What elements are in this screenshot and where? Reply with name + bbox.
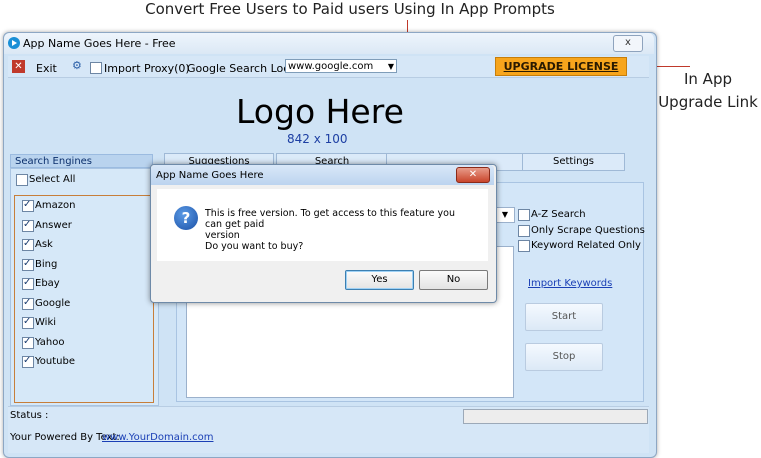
keyword-input-dropdown[interactable]: ▼ bbox=[495, 207, 515, 223]
engine-checkbox[interactable] bbox=[22, 336, 34, 349]
engine-label: Amazon bbox=[35, 200, 76, 211]
logo-placeholder: Logo Here bbox=[236, 92, 404, 131]
engine-checkbox[interactable] bbox=[22, 316, 34, 329]
question-icon: ? bbox=[174, 206, 198, 230]
dialog-message-line3: Do you want to buy? bbox=[205, 241, 304, 252]
dialog-message-line2: version bbox=[205, 230, 240, 241]
domain-link[interactable]: www.YourDomain.com bbox=[102, 432, 213, 443]
app-icon bbox=[8, 37, 20, 49]
chevron-down-icon: ▼ bbox=[387, 62, 394, 71]
annotation-right-line2: Upgrade Link bbox=[658, 93, 758, 111]
start-button[interactable]: Start bbox=[525, 303, 603, 331]
search-location-select[interactable]: www.google.com ▼ bbox=[285, 59, 397, 73]
engine-label: Bing bbox=[35, 258, 58, 270]
search-location-value: www.google.com bbox=[288, 61, 374, 72]
progress-bar bbox=[463, 409, 648, 424]
window-title: App Name Goes Here - Free bbox=[23, 37, 176, 50]
dialog-close-button[interactable]: ✕ bbox=[456, 167, 490, 183]
only-scrape-label: Only Scrape Questions bbox=[531, 225, 645, 236]
engine-label: Youtube bbox=[35, 356, 75, 367]
az-search-checkbox[interactable] bbox=[518, 209, 530, 221]
import-keywords-link[interactable]: Import Keywords bbox=[528, 278, 612, 289]
proxy-gear-icon: ⚙ bbox=[72, 59, 82, 72]
status-label: Status : bbox=[10, 410, 49, 421]
dialog-no-button[interactable]: No bbox=[419, 270, 488, 290]
only-scrape-checkbox[interactable] bbox=[518, 225, 530, 237]
upgrade-license-link[interactable]: UPGRADE LICENSE bbox=[495, 57, 627, 76]
engine-checkbox[interactable] bbox=[22, 297, 34, 310]
window-close-button[interactable]: x bbox=[613, 35, 643, 52]
engine-label: Answer bbox=[35, 219, 72, 231]
engine-label: Google bbox=[35, 297, 71, 309]
engine-checkbox[interactable] bbox=[22, 277, 34, 290]
dialog-message: This is free version. To get access to t… bbox=[205, 208, 475, 252]
dialog-title: App Name Goes Here bbox=[156, 170, 264, 181]
import-proxy-label: Import Proxy(0) bbox=[104, 62, 190, 75]
engine-checkbox[interactable] bbox=[22, 199, 34, 212]
keyword-related-checkbox[interactable] bbox=[518, 240, 530, 252]
tab-settings[interactable]: Settings bbox=[522, 153, 625, 171]
engine-checkbox[interactable] bbox=[22, 258, 34, 271]
annotation-top: Convert Free Users to Paid users Using I… bbox=[145, 0, 555, 18]
annotation-right: In App Upgrade Link bbox=[655, 68, 761, 114]
exit-icon[interactable]: ✕ bbox=[12, 60, 25, 73]
engine-checkbox[interactable] bbox=[22, 219, 34, 232]
engine-checkbox[interactable] bbox=[22, 238, 34, 251]
az-search-label: A-Z Search bbox=[531, 209, 586, 220]
import-proxy-checkbox[interactable] bbox=[90, 62, 102, 74]
search-engines-header: Search Engines bbox=[10, 154, 153, 168]
engine-label: Ask bbox=[35, 239, 53, 250]
exit-button[interactable]: Exit bbox=[36, 62, 57, 75]
engine-label: Wiki bbox=[35, 317, 57, 328]
engine-label: Ebay bbox=[35, 278, 60, 289]
dialog-yes-button[interactable]: Yes bbox=[345, 270, 414, 290]
engine-checkbox[interactable] bbox=[22, 355, 34, 368]
dialog-message-line1: This is free version. To get access to t… bbox=[205, 208, 455, 230]
select-all-label: Select All bbox=[29, 174, 76, 185]
select-all-checkbox[interactable] bbox=[16, 174, 28, 186]
logo-size-text: 842 x 100 bbox=[287, 132, 348, 146]
annotation-right-line1: In App bbox=[683, 70, 732, 88]
keyword-related-label: Keyword Related Only bbox=[531, 240, 641, 251]
stop-button[interactable]: Stop bbox=[525, 343, 603, 371]
engine-label: Yahoo bbox=[35, 336, 65, 348]
